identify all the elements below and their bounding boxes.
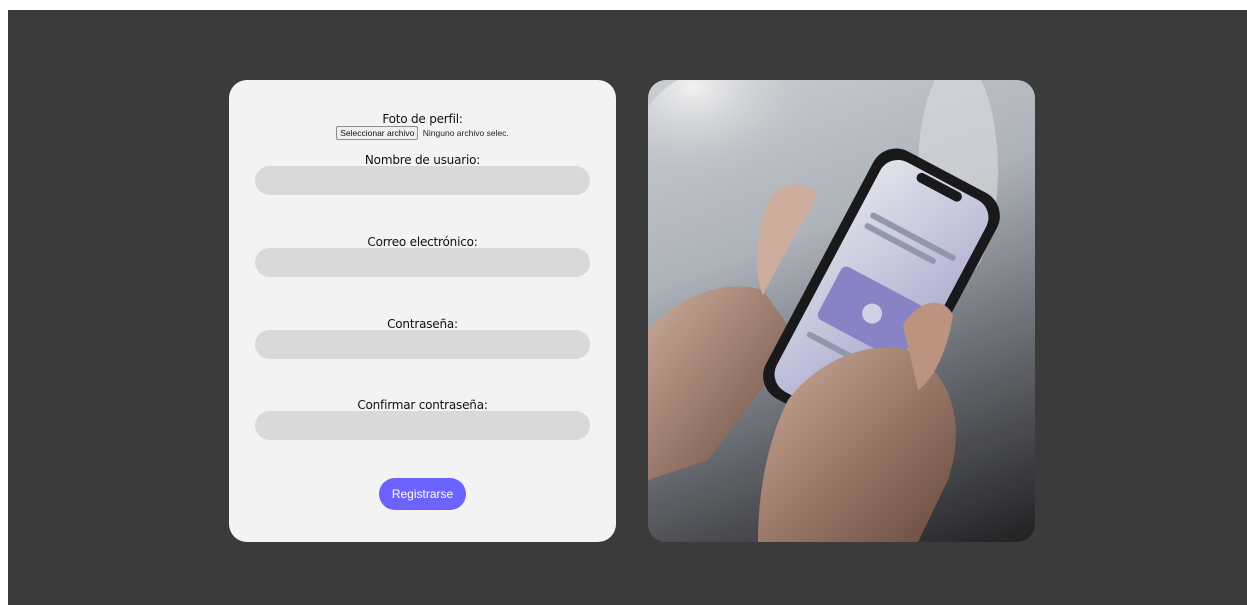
file-status-text: Ninguno archivo selec. [422,128,509,138]
username-label: Nombre de usuario: [364,153,481,167]
confirm-password-label: Confirmar contraseña: [357,398,488,412]
profile-photo-label: Foto de perfil: [382,112,463,126]
email-input[interactable] [255,248,590,277]
hero-photo [648,80,1035,542]
select-file-button[interactable]: Seleccionar archivo [336,126,419,140]
password-label: Contraseña: [387,317,458,331]
confirm-password-input[interactable] [255,411,590,440]
password-input[interactable] [255,330,590,359]
page-background: Foto de perfil: Seleccionar archivo Ning… [8,10,1247,605]
email-label: Correo electrónico: [367,235,478,249]
phone-in-hands-illustration [648,80,1035,542]
registration-form: Foto de perfil: Seleccionar archivo Ning… [229,80,616,542]
profile-photo-picker: Seleccionar archivo Ninguno archivo sele… [229,126,616,140]
username-input[interactable] [255,166,590,195]
register-button[interactable]: Registrarse [379,478,466,510]
